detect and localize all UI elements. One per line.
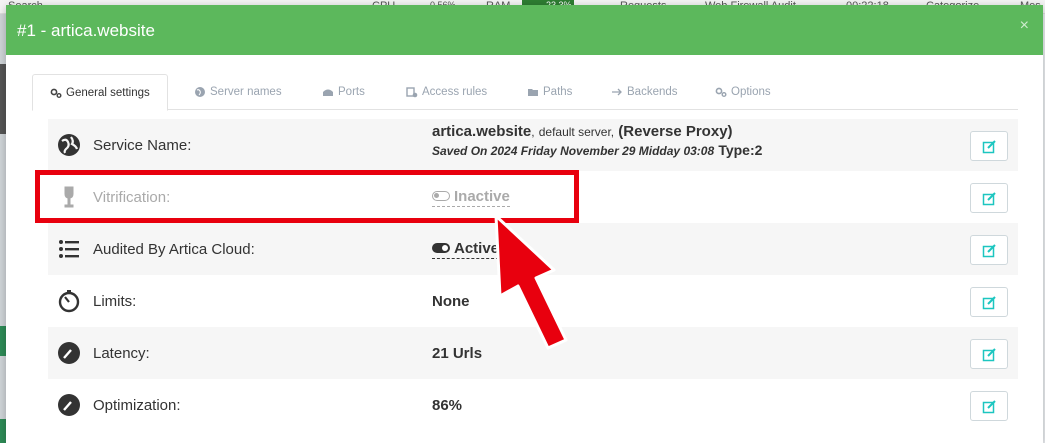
edit-icon: [982, 399, 996, 413]
gears-icon: [50, 88, 62, 98]
edit-icon: [982, 139, 996, 153]
tab-bar: General settings Server names Ports Acce…: [32, 74, 1018, 111]
tab-label: Ports: [338, 86, 365, 98]
folder-icon: [528, 89, 538, 96]
edit-icon: [982, 191, 996, 205]
tab-server-names[interactable]: Server names: [194, 74, 282, 110]
latency-value: 21 Urls: [432, 344, 483, 362]
tab-label: Server names: [210, 86, 282, 98]
row-optimization: Optimization: 86%: [48, 379, 1018, 431]
edit-icon: [982, 243, 996, 257]
edit-vitrification-button[interactable]: [970, 183, 1008, 213]
rules-icon: [406, 87, 418, 98]
row-label: Service Name:: [93, 136, 192, 154]
stopwatch-icon: [56, 288, 82, 314]
saved-on-text: Saved On 2024 Friday November 29 Midday …: [432, 144, 715, 158]
tab-label: Options: [731, 86, 771, 98]
edit-service-name-button[interactable]: [970, 131, 1008, 161]
globe-icon: [195, 87, 205, 97]
edit-icon: [982, 347, 996, 361]
service-host: artica.website: [432, 123, 532, 140]
tab-paths[interactable]: Paths: [527, 74, 572, 110]
optimization-value: 86%: [432, 396, 463, 414]
annotation-arrow-icon: [494, 214, 568, 350]
row-service-name: Service Name: artica.website, default se…: [48, 119, 1018, 171]
modal-header: #1 - artica.website ×: [6, 5, 1043, 55]
edit-icon: [982, 295, 996, 309]
tab-ports[interactable]: Ports: [322, 74, 365, 110]
tab-backends[interactable]: Backends: [611, 74, 678, 110]
toggle-on-icon: [432, 243, 450, 253]
globe-icon: [56, 132, 82, 158]
service-mode: (Reverse Proxy): [618, 123, 733, 140]
tab-general-settings[interactable]: General settings: [32, 74, 168, 111]
service-sub: default server: [538, 125, 611, 139]
tab-access-rules[interactable]: Access rules: [406, 74, 487, 110]
type-text: Type:2: [718, 142, 763, 158]
modal-title: #1 - artica.website: [17, 21, 155, 40]
row-label: Limits:: [93, 292, 137, 310]
edit-optimization-button[interactable]: [970, 391, 1008, 421]
tab-label: Access rules: [422, 86, 488, 98]
gears-icon: [715, 87, 727, 97]
edit-limits-button[interactable]: [970, 287, 1008, 317]
tab-label: Paths: [543, 86, 573, 98]
row-label: Optimization:: [93, 396, 181, 414]
limits-value: None: [432, 292, 470, 310]
tab-label: Backends: [627, 86, 678, 98]
close-button[interactable]: ×: [1020, 17, 1029, 35]
row-label: Latency:: [93, 344, 150, 362]
plug-icon: [323, 89, 333, 96]
list-icon: [56, 236, 82, 262]
edit-latency-button[interactable]: [970, 339, 1008, 369]
service-name-value: artica.website, default server, (Reverse…: [432, 123, 763, 158]
gauge-icon: [56, 340, 82, 366]
gauge-icon: [56, 392, 82, 418]
row-label: Audited By Artica Cloud:: [93, 240, 255, 258]
edit-audited-button[interactable]: [970, 235, 1008, 265]
arrow-right-icon: [612, 88, 622, 96]
tab-label: General settings: [66, 86, 150, 99]
tab-options[interactable]: Options: [715, 74, 771, 110]
